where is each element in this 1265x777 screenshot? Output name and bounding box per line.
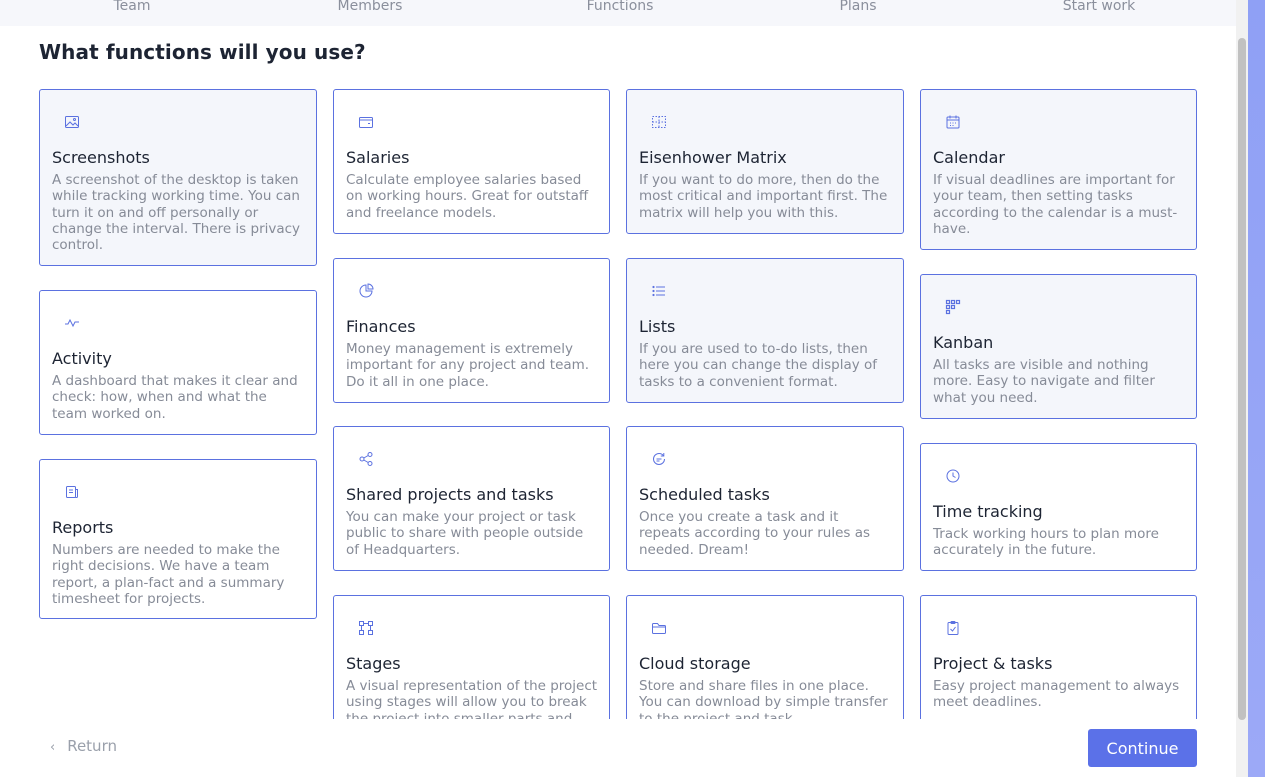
card-eisenhower-matrix[interactable]: Eisenhower Matrix If you want to do more… xyxy=(626,89,904,234)
step-start-work[interactable]: Start work xyxy=(1063,0,1136,14)
card-salaries[interactable]: Salaries Calculate employee salaries bas… xyxy=(333,89,610,234)
kanban-icon xyxy=(945,299,961,315)
card-description: Easy project management to always meet d… xyxy=(933,678,1180,711)
return-button[interactable]: ‹ Return xyxy=(50,737,117,755)
card-finances[interactable]: Finances Money management is extremely i… xyxy=(333,258,610,403)
activity-icon xyxy=(64,315,80,331)
report-icon xyxy=(64,484,80,500)
card-activity[interactable]: Activity A dashboard that makes it clear… xyxy=(39,290,317,435)
card-time-tracking[interactable]: Time tracking Track working hours to pla… xyxy=(920,443,1197,571)
card-title: Lists xyxy=(639,317,676,336)
card-description: Calculate employee salaries based on wor… xyxy=(346,172,589,221)
share-icon xyxy=(358,451,374,467)
card-reports[interactable]: Reports Numbers are needed to make the r… xyxy=(39,459,317,619)
card-lists[interactable]: Lists If you are used to to-do lists, th… xyxy=(626,258,904,403)
card-description: If you want to do more, then do the most… xyxy=(639,172,888,221)
card-title: Cloud storage xyxy=(639,654,751,673)
card-calendar[interactable]: Calendar If visual deadlines are importa… xyxy=(920,89,1197,250)
card-title: Eisenhower Matrix xyxy=(639,148,787,167)
functions-grid: Screenshots A screenshot of the desktop … xyxy=(0,85,1236,719)
card-description: Numbers are needed to make the right dec… xyxy=(52,542,285,607)
card-kanban[interactable]: Kanban All tasks are visible and nothing… xyxy=(920,274,1197,419)
card-description: You can make your project or task public… xyxy=(346,509,584,558)
card-description: If visual deadlines are important for yo… xyxy=(933,172,1178,237)
card-description: A screenshot of the desktop is taken whi… xyxy=(52,172,301,254)
stages-icon xyxy=(358,620,374,636)
card-description: If you are used to to-do lists, then her… xyxy=(639,341,878,390)
step-plans[interactable]: Plans xyxy=(839,0,876,14)
image-icon xyxy=(64,114,80,130)
card-description: Track working hours to plan more accurat… xyxy=(933,526,1159,559)
step-members[interactable]: Members xyxy=(338,0,403,14)
card-title: Project & tasks xyxy=(933,654,1053,673)
card-title: Shared projects and tasks xyxy=(346,485,554,504)
page-title: What functions will you use? xyxy=(39,40,366,64)
pie-chart-icon xyxy=(358,283,374,299)
wallet-icon xyxy=(358,114,374,130)
card-description: A visual representation of the project u… xyxy=(346,678,598,719)
card-scheduled-tasks[interactable]: Scheduled tasks Once you create a task a… xyxy=(626,426,904,571)
card-description: Once you create a task and it repeats ac… xyxy=(639,509,871,558)
card-project-tasks[interactable]: Project & tasks Easy project management … xyxy=(920,595,1197,719)
clipboard-icon xyxy=(945,620,961,636)
card-title: Finances xyxy=(346,317,416,336)
card-title: Time tracking xyxy=(933,502,1043,521)
card-description: Store and share files in one place. You … xyxy=(639,678,888,719)
chevron-left-icon: ‹ xyxy=(50,740,56,755)
card-screenshots[interactable]: Screenshots A screenshot of the desktop … xyxy=(39,89,317,266)
card-title: Kanban xyxy=(933,333,994,352)
step-functions[interactable]: Functions xyxy=(587,0,654,14)
card-description: A dashboard that makes it clear and chec… xyxy=(52,373,298,422)
clock-icon xyxy=(945,468,961,484)
card-stages[interactable]: Stages A visual representation of the pr… xyxy=(333,595,610,719)
card-cloud-storage[interactable]: Cloud storage Store and share files in o… xyxy=(626,595,904,719)
side-decoration xyxy=(1248,0,1265,777)
wizard-steps: Team Members Functions Plans Start work xyxy=(0,0,1248,26)
card-title: Salaries xyxy=(346,148,410,167)
return-label: Return xyxy=(67,737,117,755)
step-team[interactable]: Team xyxy=(113,0,150,14)
card-shared-projects[interactable]: Shared projects and tasks You can make y… xyxy=(333,426,610,571)
matrix-icon xyxy=(651,114,667,130)
card-description: All tasks are visible and nothing more. … xyxy=(933,357,1155,406)
calendar-icon xyxy=(945,114,961,130)
continue-button[interactable]: Continue xyxy=(1088,729,1197,767)
card-title: Stages xyxy=(346,654,401,673)
scrollbar-thumb[interactable] xyxy=(1238,38,1246,720)
card-title: Screenshots xyxy=(52,148,150,167)
repeat-icon xyxy=(651,451,667,467)
card-title: Scheduled tasks xyxy=(639,485,770,504)
card-description: Money management is extremely important … xyxy=(346,341,590,390)
card-title: Reports xyxy=(52,518,114,537)
card-title: Activity xyxy=(52,349,112,368)
card-title: Calendar xyxy=(933,148,1005,167)
list-icon xyxy=(651,283,667,299)
folder-icon xyxy=(651,620,667,636)
